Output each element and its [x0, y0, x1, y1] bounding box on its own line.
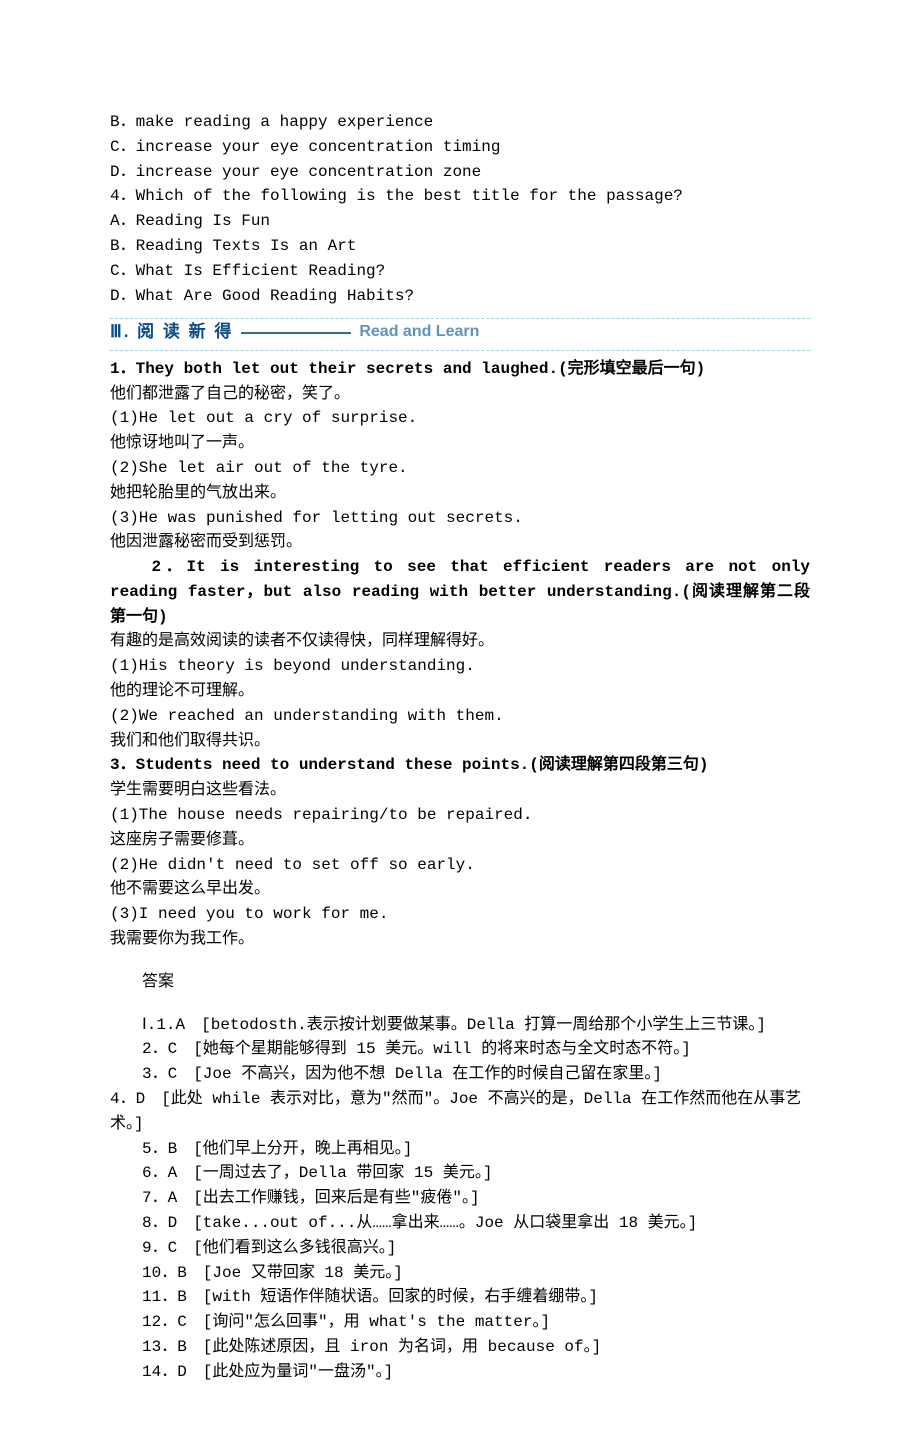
- answer-line: 5．B [他们早上分开，晚上再相见。]: [142, 1137, 810, 1162]
- answer-line: 8．D [take...out of...从……拿出来……。Joe 从口袋里拿出…: [142, 1211, 810, 1236]
- section-title: Ⅲ. 阅 读 新 得: [110, 319, 233, 345]
- rl-line: 我们和他们取得共识。: [110, 729, 810, 754]
- rl-line: 他因泄露秘密而受到惩罚。: [110, 530, 810, 555]
- rl-line: (1)His theory is beyond understanding.: [110, 654, 810, 679]
- section-header: Ⅲ. 阅 读 新 得 Read and Learn: [110, 318, 810, 350]
- rl-line: 3．Students need to understand these poin…: [110, 753, 810, 778]
- option-line: B．Reading Texts Is an Art: [110, 234, 810, 259]
- answer-line: 14．D [此处应为量词"一盘汤"。]: [142, 1360, 810, 1385]
- rl-line: (2)He didn't need to set off so early.: [110, 853, 810, 878]
- rl-line: 他的理论不可理解。: [110, 679, 810, 704]
- page-container: B．make reading a happy experience C．incr…: [0, 0, 920, 1445]
- rl-line: 有趣的是高效阅读的读者不仅读得快，同样理解得好。: [110, 629, 810, 654]
- option-line: D．increase your eye concentration zone: [110, 160, 810, 185]
- answer-line: 4．D [此处 while 表示对比，意为"然而"。Joe 不高兴的是，Dell…: [110, 1087, 810, 1137]
- rl-line: 我需要你为我工作。: [110, 927, 810, 952]
- rl-line: 他们都泄露了自己的秘密，笑了。: [110, 382, 810, 407]
- section-divider-line: [241, 332, 351, 334]
- read-learn-block: 1．They both let out their secrets and la…: [110, 357, 810, 952]
- answers-title: 答案: [142, 970, 810, 995]
- option-line: B．make reading a happy experience: [110, 110, 810, 135]
- answer-line: 13．B [此处陈述原因，且 iron 为名词，用 because of。]: [142, 1335, 810, 1360]
- rl-line: (2)She let air out of the tyre.: [110, 456, 810, 481]
- rl-line: (3)I need you to work for me.: [110, 902, 810, 927]
- answer-line: 10．B [Joe 又带回家 18 美元。]: [142, 1261, 810, 1286]
- answer-line: 7．A [出去工作赚钱，回来后是有些"疲倦"。]: [142, 1186, 810, 1211]
- rl-line: 他惊讶地叫了一声。: [110, 431, 810, 456]
- rl-line: 这座房子需要修葺。: [110, 828, 810, 853]
- section-subtitle: Read and Learn: [359, 320, 479, 345]
- rl-line: 2．It is interesting to see that efficien…: [110, 555, 810, 629]
- option-line: C．increase your eye concentration timing: [110, 135, 810, 160]
- option-line: D．What Are Good Reading Habits?: [110, 284, 810, 309]
- answer-line: 2．C [她每个星期能够得到 15 美元。will 的将来时态与全文时态不符。]: [142, 1037, 810, 1062]
- rl-line: 她把轮胎里的气放出来。: [110, 481, 810, 506]
- answer-line: 11．B [with 短语作伴随状语。回家的时候，右手缠着绷带。]: [142, 1285, 810, 1310]
- rl-line: 他不需要这么早出发。: [110, 877, 810, 902]
- rl-line: (1)He let out a cry of surprise.: [110, 406, 810, 431]
- rl-line: (2)We reached an understanding with them…: [110, 704, 810, 729]
- spacer: [110, 995, 810, 1013]
- mc-options-block: B．make reading a happy experience C．incr…: [110, 110, 810, 308]
- answer-line: Ⅰ.1.A [betodosth.表示按计划要做某事。Della 打算一周给那个…: [142, 1013, 810, 1038]
- answers-block: 答案 Ⅰ.1.A [betodosth.表示按计划要做某事。Della 打算一周…: [110, 970, 810, 1385]
- answer-line: 6．A [一周过去了，Della 带回家 15 美元。]: [142, 1161, 810, 1186]
- rl-line: (3)He was punished for letting out secre…: [110, 506, 810, 531]
- rl-line: (1)The house needs repairing/to be repai…: [110, 803, 810, 828]
- rl-line: 1．They both let out their secrets and la…: [110, 357, 810, 382]
- option-line: A．Reading Is Fun: [110, 209, 810, 234]
- rl-line: 学生需要明白这些看法。: [110, 778, 810, 803]
- answer-line: 12．C [询问"怎么回事"，用 what's the matter。]: [142, 1310, 810, 1335]
- answer-line: 9．C [他们看到这么多钱很高兴。]: [142, 1236, 810, 1261]
- question-line: 4．Which of the following is the best tit…: [110, 184, 810, 209]
- option-line: C．What Is Efficient Reading?: [110, 259, 810, 284]
- answer-line: 3．C [Joe 不高兴，因为他不想 Della 在工作的时候自己留在家里。]: [142, 1062, 810, 1087]
